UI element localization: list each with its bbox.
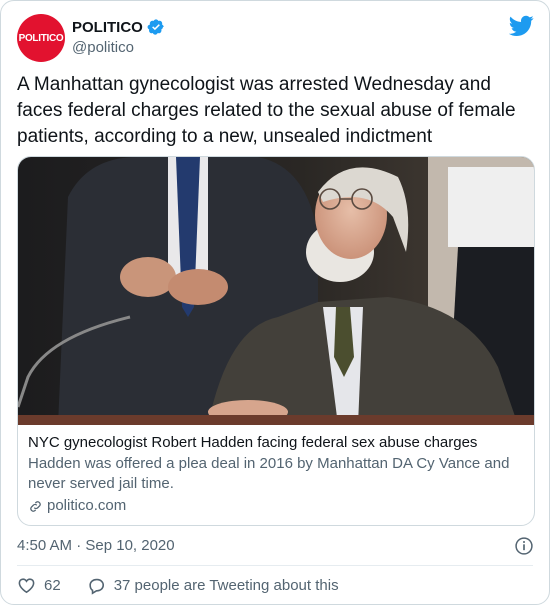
link-card-meta: NYC gynecologist Robert Hadden facing fe…	[28, 433, 524, 516]
link-card-description: Hadden was offered a plea deal in 2016 b…	[28, 455, 510, 492]
link-card-title[interactable]: NYC gynecologist Robert Hadden facing fe…	[28, 433, 524, 453]
tweet-timestamp[interactable]: 4:50 AM · Sep 10, 2020	[17, 537, 175, 554]
like-count: 62	[44, 577, 61, 594]
avatar[interactable]: POLITICO	[17, 14, 65, 62]
heart-icon	[18, 578, 35, 594]
link-card-domain: politico.com	[47, 497, 127, 514]
display-name[interactable]: POLITICO	[72, 19, 143, 36]
tweet-card: POLITICO POLITICO @politico A Manhattan …	[0, 0, 550, 605]
article-photo[interactable]	[18, 157, 534, 425]
tweet-text: A Manhattan gynecologist was arrested We…	[17, 74, 516, 147]
speech-bubble-icon	[89, 578, 104, 595]
tweeting-about-link[interactable]: 37 people are Tweeting about this	[87, 576, 339, 595]
like-button[interactable]: 62	[17, 576, 61, 595]
verified-badge-icon	[147, 18, 165, 36]
twitter-bird-icon[interactable]	[509, 15, 534, 37]
author-name-row: POLITICO	[72, 18, 165, 36]
author-handle[interactable]: @politico	[72, 39, 134, 56]
info-icon[interactable]	[514, 536, 534, 556]
tweeting-about-text: 37 people are Tweeting about this	[113, 577, 339, 594]
avatar-logo-text: POLITICO	[18, 32, 64, 44]
link-preview-card[interactable]: NYC gynecologist Robert Hadden facing fe…	[17, 156, 535, 526]
link-card-domain-row[interactable]: politico.com	[28, 496, 524, 516]
divider	[17, 565, 533, 566]
tweet-actions: 62 37 people are Tweeting about this	[17, 576, 339, 595]
link-icon	[30, 500, 41, 512]
